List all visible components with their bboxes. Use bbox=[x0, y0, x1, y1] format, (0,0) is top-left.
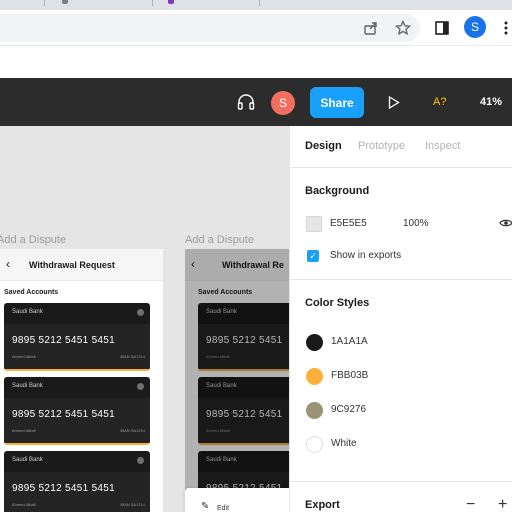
bank-card: Saudi Bank 9895 5212 5451 Ahmed Alttafi bbox=[198, 303, 289, 371]
frame-header: ‹ Withdrawal Request bbox=[0, 249, 163, 281]
color-styles-heading: Color Styles bbox=[305, 297, 370, 309]
show-in-exports-label: Show in exports bbox=[330, 250, 402, 261]
frame-title: Withdrawal Re bbox=[222, 260, 284, 270]
card-number: 9895 5212 5451 bbox=[206, 409, 283, 420]
divider bbox=[290, 481, 512, 482]
frame-label[interactable]: Add a Dispute bbox=[185, 234, 254, 246]
bank-card: Saudi Bank 9895 5212 5451 Ahmed Alttafi bbox=[198, 377, 289, 445]
bank-name: Saudi Bank bbox=[12, 309, 43, 315]
card-holder: Ahmed Alttafi bbox=[12, 354, 36, 359]
card-body: 9895 5212 5451 5451 Ahmed Alttafi IBAN S… bbox=[4, 398, 150, 443]
card-menu-icon bbox=[137, 309, 144, 316]
zoom-level[interactable]: 41% bbox=[480, 96, 502, 108]
properties-panel: Design Prototype Inspect Background E5E5… bbox=[289, 126, 512, 514]
bookmarks-bar bbox=[0, 45, 512, 78]
card-holder: Ahmed Alttafi bbox=[206, 354, 230, 359]
color-style-swatch[interactable] bbox=[306, 436, 323, 453]
card-body: 9895 5212 5451 5451 Ahmed Alttafi IBAN S… bbox=[4, 472, 150, 512]
bank-name: Saudi Bank bbox=[206, 457, 237, 463]
accessibility-button[interactable]: A? bbox=[433, 96, 446, 108]
color-style-swatch[interactable] bbox=[306, 334, 323, 351]
share-page-icon[interactable] bbox=[362, 19, 380, 37]
back-arrow-icon: ‹ bbox=[191, 257, 195, 271]
card-menu-icon bbox=[137, 457, 144, 464]
card-number: 9895 5212 5451 5451 bbox=[12, 409, 116, 420]
background-opacity[interactable]: 100% bbox=[403, 218, 429, 229]
background-hex[interactable]: E5E5E5 bbox=[330, 218, 367, 229]
card-holder: Ahmed Alttafi bbox=[12, 428, 36, 433]
color-style-swatch[interactable] bbox=[306, 402, 323, 419]
frame-withdrawal-request[interactable]: ‹ Withdrawal Request Saved Accounts Saud… bbox=[0, 249, 163, 512]
browser-profile-avatar[interactable]: S bbox=[464, 16, 486, 38]
tab-favicon[interactable] bbox=[62, 0, 68, 4]
bank-name: Saudi Bank bbox=[12, 383, 43, 389]
divider bbox=[290, 167, 512, 168]
card-iban: IBAN SA1214 bbox=[120, 354, 145, 359]
frame-withdrawal-request-overlay[interactable]: ‹ Withdrawal Re Saved Accounts Saudi Ban… bbox=[185, 249, 289, 512]
edit-popup[interactable]: ✎ Edit bbox=[185, 488, 289, 512]
card-body: 9895 5212 5451 Ahmed Alttafi bbox=[198, 398, 289, 443]
card-number: 9895 5212 5451 5451 bbox=[12, 483, 116, 494]
card-holder: Ahmed Alttafi bbox=[206, 428, 230, 433]
card-holder: Ahmed Alttafi bbox=[12, 502, 36, 507]
user-avatar[interactable]: S bbox=[271, 91, 295, 115]
bank-name: Saudi Bank bbox=[12, 457, 43, 463]
browser-tab-strip bbox=[0, 0, 512, 10]
pencil-icon: ✎ bbox=[201, 501, 210, 512]
tab-inspect[interactable]: Inspect bbox=[425, 140, 460, 152]
show-in-exports-checkbox[interactable]: ✓ bbox=[307, 250, 319, 262]
tab-prototype[interactable]: Prototype bbox=[358, 140, 405, 152]
tab-separator bbox=[152, 0, 153, 6]
saved-accounts-label: Saved Accounts bbox=[198, 289, 253, 296]
card-iban: IBAN SA1214 bbox=[120, 502, 145, 507]
export-add-button[interactable]: + bbox=[498, 496, 507, 514]
saved-accounts-label: Saved Accounts bbox=[4, 289, 59, 296]
edit-label[interactable]: Edit bbox=[217, 505, 229, 512]
card-body: 9895 5212 5451 5451 Ahmed Alttafi IBAN S… bbox=[4, 324, 150, 369]
frame-title: Withdrawal Request bbox=[29, 260, 115, 270]
address-bar[interactable] bbox=[0, 14, 420, 42]
color-style-swatch[interactable] bbox=[306, 368, 323, 385]
bank-card: Saudi Bank 9895 5212 5451 5451 Ahmed Alt… bbox=[4, 303, 150, 371]
back-arrow-icon: ‹ bbox=[6, 257, 10, 271]
browser-menu-icon[interactable] bbox=[500, 19, 512, 37]
card-iban: IBAN SA1214 bbox=[120, 428, 145, 433]
tab-separator bbox=[259, 0, 260, 6]
color-style-name[interactable]: 1A1A1A bbox=[331, 336, 368, 347]
bank-card: Saudi Bank 9895 5212 5451 5451 Ahmed Alt… bbox=[4, 451, 150, 512]
background-heading: Background bbox=[305, 185, 370, 197]
side-panel-icon[interactable] bbox=[433, 19, 451, 37]
background-swatch[interactable] bbox=[306, 216, 322, 232]
color-style-name[interactable]: White bbox=[331, 438, 357, 449]
present-play-icon[interactable] bbox=[387, 95, 401, 109]
share-button[interactable]: Share bbox=[310, 87, 364, 118]
frame-header: ‹ Withdrawal Re bbox=[185, 249, 289, 281]
export-remove-button[interactable]: − bbox=[466, 496, 475, 514]
tab-favicon[interactable] bbox=[168, 0, 174, 4]
card-number: 9895 5212 5451 5451 bbox=[12, 335, 116, 346]
headphones-icon[interactable] bbox=[236, 93, 256, 111]
card-number: 9895 5212 5451 bbox=[206, 335, 283, 346]
export-heading: Export bbox=[305, 499, 340, 511]
figma-toolbar: S Share A? 41% bbox=[0, 78, 512, 126]
bookmark-star-icon[interactable] bbox=[394, 19, 412, 37]
color-style-name[interactable]: 9C9276 bbox=[331, 404, 366, 415]
browser-toolbar: S bbox=[0, 10, 512, 45]
color-style-name[interactable]: FBB03B bbox=[331, 370, 368, 381]
bank-card: Saudi Bank 9895 5212 5451 5451 Ahmed Alt… bbox=[4, 377, 150, 445]
bank-name: Saudi Bank bbox=[206, 383, 237, 389]
eye-icon[interactable] bbox=[498, 217, 512, 229]
card-menu-icon bbox=[137, 383, 144, 390]
design-canvas[interactable]: Add a Dispute ‹ Withdrawal Request Saved… bbox=[0, 126, 289, 512]
tab-separator bbox=[44, 0, 45, 6]
tab-design[interactable]: Design bbox=[305, 140, 342, 152]
divider bbox=[290, 279, 512, 280]
frame-label[interactable]: Add a Dispute bbox=[0, 234, 66, 246]
bank-name: Saudi Bank bbox=[206, 309, 237, 315]
card-body: 9895 5212 5451 Ahmed Alttafi bbox=[198, 324, 289, 369]
